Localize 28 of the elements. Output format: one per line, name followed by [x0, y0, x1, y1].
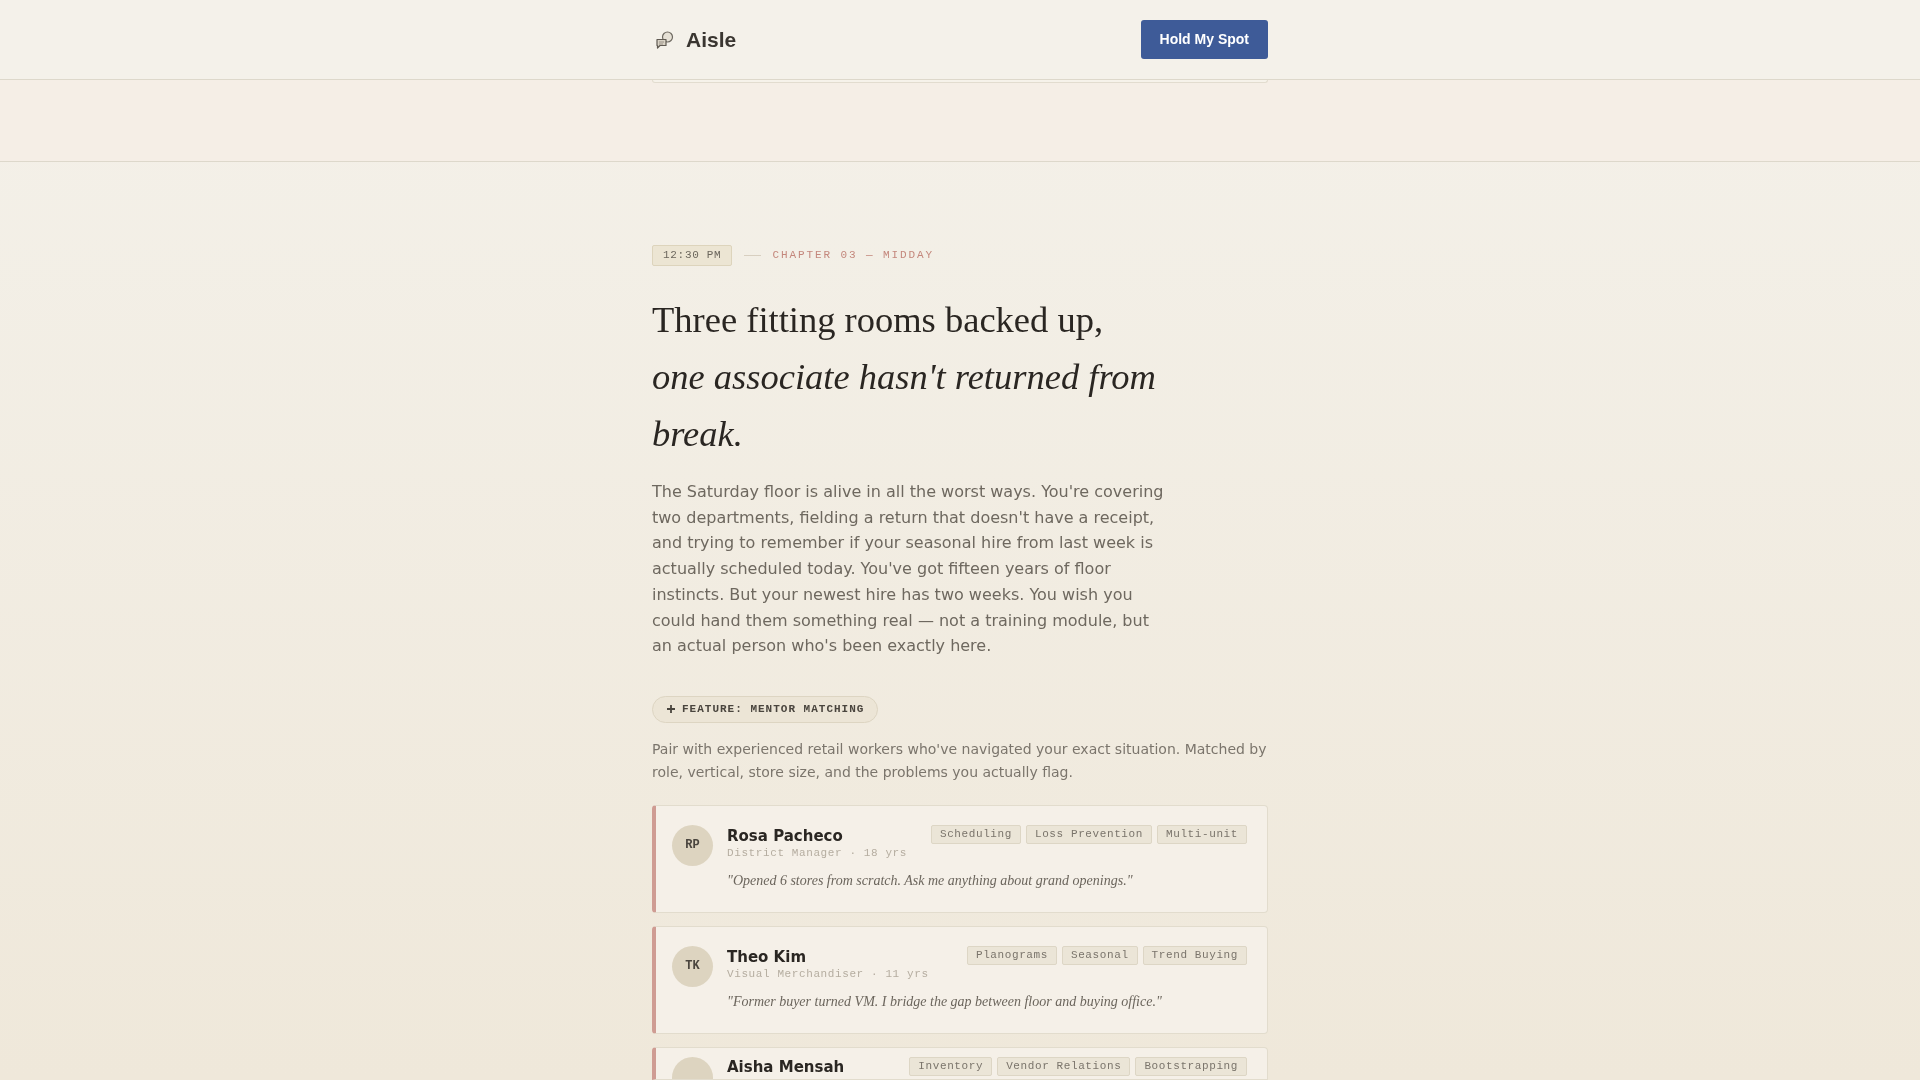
mentor-name: Theo Kim	[727, 946, 807, 967]
avatar: TK	[672, 945, 713, 987]
skill-tag: Inventory	[909, 1056, 993, 1076]
mentor-name: Rosa Pacheco	[727, 825, 844, 846]
hold-my-spot-button[interactable]: Hold My Spot	[1140, 20, 1268, 59]
brand-name: Aisle	[686, 26, 737, 53]
mentor-name: Aisha Mensah	[727, 1058, 845, 1076]
intro-paragraph: The Saturday floor is alive in all the worst ways. You're covering two departments, fielding a return that doesn't have a receipt, and trying to remember if your seasonal hire from last week is actually scheduled today. You've got fifteen years of floor instincts. But your newest hire has two weeks. You wish you could hand them something real — not a training module, but an actual person who's been exactly here.	[652, 481, 1165, 658]
headline: Three fitting rooms backed up, one associate hasn't returned from break.	[652, 298, 1157, 456]
feature-description: Pair with experienced retail workers who've navigated your exact situation. Matched by role, vertical, store size, and the problems you actually flag.	[652, 739, 1268, 782]
skill-tag: Bootstrapping	[1135, 1056, 1247, 1076]
mentor-role: District Manager · 18 yrs	[727, 845, 908, 861]
skill-tag: Multi-unit	[1157, 824, 1247, 844]
plus-icon	[667, 705, 675, 714]
feature-label: FEATURE: MENTOR MATCHING	[682, 702, 865, 718]
skill-tag: Vendor Relations	[997, 1056, 1131, 1076]
skill-tag: Scheduling	[930, 824, 1021, 844]
mentor-role: Visual Merchandiser · 11 yrs	[727, 966, 929, 982]
avatar: RP	[672, 824, 713, 866]
skill-tag: Planograms	[966, 945, 1057, 965]
mentor-quote: "Former buyer turned VM. I bridge the gap between floor and buying office."	[727, 992, 1163, 1011]
skill-tag: Loss Prevention	[1025, 824, 1152, 844]
mentor-quote: "Opened 6 stores from scratch. Ask me anything about grand openings."	[727, 871, 1134, 890]
skill-tag: Trend Buying	[1142, 945, 1247, 965]
chat-bubbles-icon	[656, 30, 674, 49]
time-badge: 12:30 PM	[652, 245, 733, 266]
skill-tag: Seasonal	[1061, 945, 1138, 965]
chapter-label: CHAPTER 03 — MIDDAY	[772, 248, 934, 264]
